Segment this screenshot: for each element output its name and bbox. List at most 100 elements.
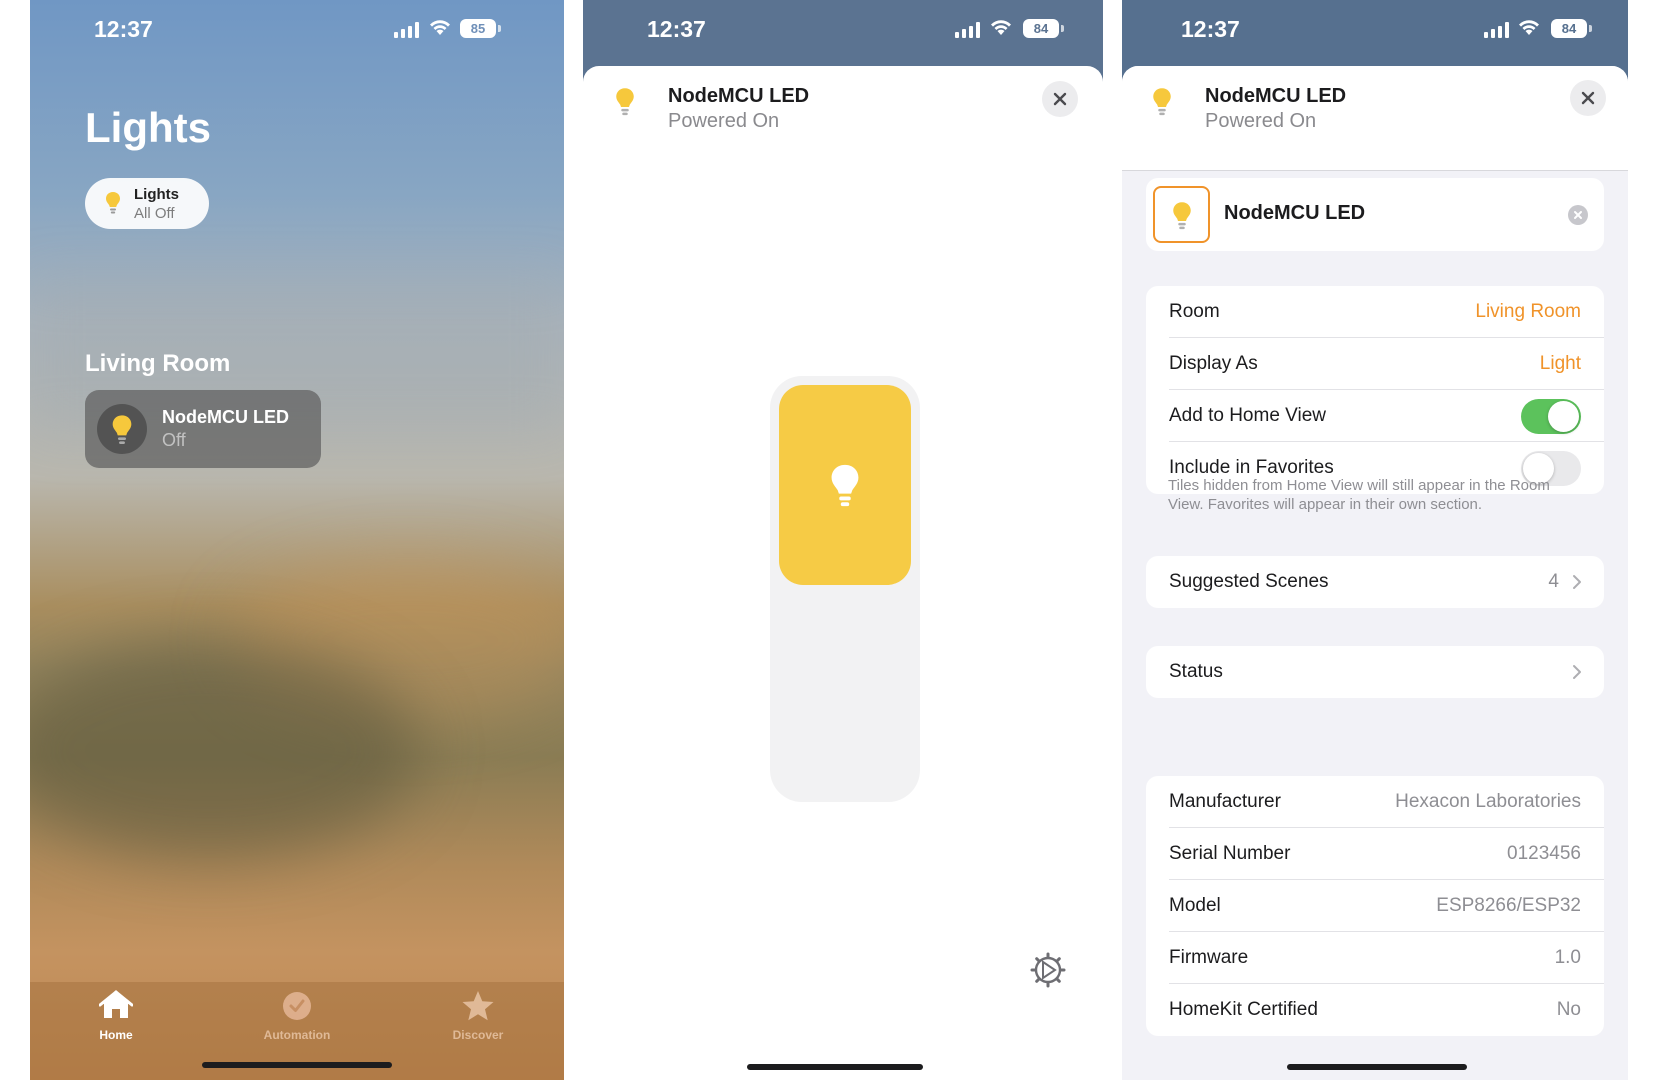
tab-home[interactable]: Home [56, 982, 176, 1042]
close-button[interactable] [1570, 80, 1606, 116]
add-to-home-view-label: Add to Home View [1169, 405, 1327, 426]
info-row-label: Serial Number [1169, 843, 1291, 864]
info-row-model: Model ESP8266/ESP32 [1169, 880, 1604, 932]
accessory-tile-icon-circle [97, 404, 147, 454]
accessory-options-card: Room Living Room Display As Light Add to… [1146, 286, 1604, 494]
home-indicator[interactable] [202, 1062, 392, 1068]
lights-summary-button[interactable]: Lights All Off [85, 178, 209, 229]
home-screen: 12:37 85 Lights Lights All Off Living Ro… [30, 0, 564, 1080]
footnote-text: Tiles hidden from Home View will still a… [1168, 477, 1550, 513]
battery-icon: 84 [1551, 19, 1592, 38]
battery-icon: 84 [1023, 19, 1064, 38]
accessory-status: Powered On [1205, 110, 1317, 132]
display-as-row[interactable]: Display As Light [1169, 338, 1604, 390]
cellular-signal-icon [394, 22, 419, 38]
info-row-label: Firmware [1169, 947, 1249, 968]
clear-icon [1574, 211, 1582, 219]
room-row[interactable]: Room Living Room [1169, 286, 1604, 338]
room-row-label: Room [1169, 301, 1220, 322]
settings-gear-icon[interactable] [1030, 952, 1066, 988]
info-row-homekit-certified: HomeKit Certified No [1169, 984, 1604, 1036]
accessory-info-card: Manufacturer Hexacon Laboratories Serial… [1146, 776, 1604, 1036]
room-row-value: Living Room [1475, 301, 1581, 322]
wifi-icon [430, 20, 450, 35]
background-blur [30, 640, 420, 860]
wifi-icon [991, 20, 1011, 35]
tab-discover-label: Discover [452, 1028, 504, 1042]
home-indicator[interactable] [747, 1064, 923, 1070]
wifi-icon [1519, 20, 1539, 35]
info-row-value: 0123456 [1507, 843, 1581, 864]
star-icon [462, 991, 494, 1021]
chevron-right-icon [1573, 665, 1581, 679]
status-card: Status [1146, 646, 1604, 698]
lights-summary-status: All Off [134, 205, 175, 222]
tab-automation[interactable]: Automation [237, 982, 357, 1042]
info-row-value: 1.0 [1554, 947, 1581, 968]
close-button[interactable] [1042, 81, 1078, 117]
suggested-scenes-count: 4 [1548, 571, 1559, 592]
info-row-value: No [1556, 999, 1581, 1020]
lightbulb-icon [1153, 88, 1171, 116]
room-heading: Living Room [85, 350, 231, 377]
status-time: 12:37 [647, 16, 706, 42]
accessory-tile-name: NodeMCU LED [162, 407, 289, 427]
lightbulb-icon [106, 192, 120, 214]
info-row-value: Hexacon Laboratories [1395, 791, 1581, 812]
add-to-home-view-toggle[interactable] [1521, 399, 1581, 434]
settings-sheet: NodeMCU LED Powered On NodeMCU LED Room … [1122, 66, 1628, 1080]
lightbulb-icon [831, 464, 859, 507]
tab-automation-label: Automation [263, 1028, 331, 1042]
cellular-signal-icon [1484, 22, 1509, 38]
close-icon [1581, 91, 1595, 105]
clock-check-icon [283, 992, 311, 1020]
suggested-scenes-label: Suggested Scenes [1169, 571, 1329, 592]
display-as-row-value: Light [1539, 353, 1581, 374]
suggested-scenes-row[interactable]: Suggested Scenes 4 [1169, 556, 1604, 608]
status-row-label: Status [1169, 661, 1223, 682]
info-row-firmware: Firmware 1.0 [1169, 932, 1604, 984]
cellular-signal-icon [955, 22, 980, 38]
close-icon [1053, 92, 1067, 106]
lightbulb-icon [1173, 202, 1191, 230]
status-row[interactable]: Status [1169, 646, 1604, 698]
clear-text-button[interactable] [1568, 205, 1588, 225]
name-input[interactable]: NodeMCU LED [1224, 202, 1365, 225]
lightbulb-icon [616, 88, 634, 116]
name-field-card[interactable]: NodeMCU LED [1146, 178, 1604, 251]
accessory-tile-state: Off [162, 430, 186, 450]
settings-header: NodeMCU LED Powered On [1122, 66, 1628, 171]
lights-summary-title: Lights [134, 186, 179, 203]
accessory-icon-picker[interactable] [1153, 186, 1210, 243]
accessory-settings-screen: 12:37 84 NodeMCU LED Powered On NodeMCU … [1122, 0, 1628, 1080]
tab-home-label: Home [99, 1028, 133, 1042]
lightbulb-icon [112, 415, 132, 444]
status-bar: 12:37 84 [583, 0, 1103, 60]
display-as-row-label: Display As [1169, 353, 1258, 374]
info-row-manufacturer: Manufacturer Hexacon Laboratories [1169, 776, 1604, 828]
toggle-knob [1548, 401, 1579, 432]
accessory-tile[interactable]: NodeMCU LED Off [85, 390, 321, 468]
add-to-home-view-row: Add to Home View [1169, 390, 1604, 442]
info-row-label: HomeKit Certified [1169, 999, 1318, 1020]
chevron-right-icon [1573, 575, 1581, 589]
info-row-label: Model [1169, 895, 1221, 916]
info-row-label: Manufacturer [1169, 791, 1281, 812]
accessory-name: NodeMCU LED [1205, 85, 1347, 107]
status-time: 12:37 [94, 16, 153, 42]
page-title: Lights [85, 104, 211, 151]
status-bar: 12:37 84 [1122, 0, 1628, 60]
battery-icon: 85 [460, 19, 501, 38]
info-row-serial-number: Serial Number 0123456 [1169, 828, 1604, 880]
info-row-value: ESP8266/ESP32 [1436, 895, 1581, 916]
tab-discover[interactable]: Discover [418, 982, 538, 1042]
accessory-name: NodeMCU LED [668, 85, 810, 107]
status-bar: 12:37 85 [30, 0, 564, 60]
brightness-slider[interactable] [770, 376, 920, 802]
home-indicator[interactable] [1287, 1064, 1467, 1070]
control-sheet: NodeMCU LED Powered On [583, 66, 1103, 1080]
status-time: 12:37 [1181, 16, 1240, 42]
house-icon [99, 990, 133, 1018]
brightness-slider-fill [779, 385, 911, 585]
accessory-status: Powered On [668, 110, 780, 132]
